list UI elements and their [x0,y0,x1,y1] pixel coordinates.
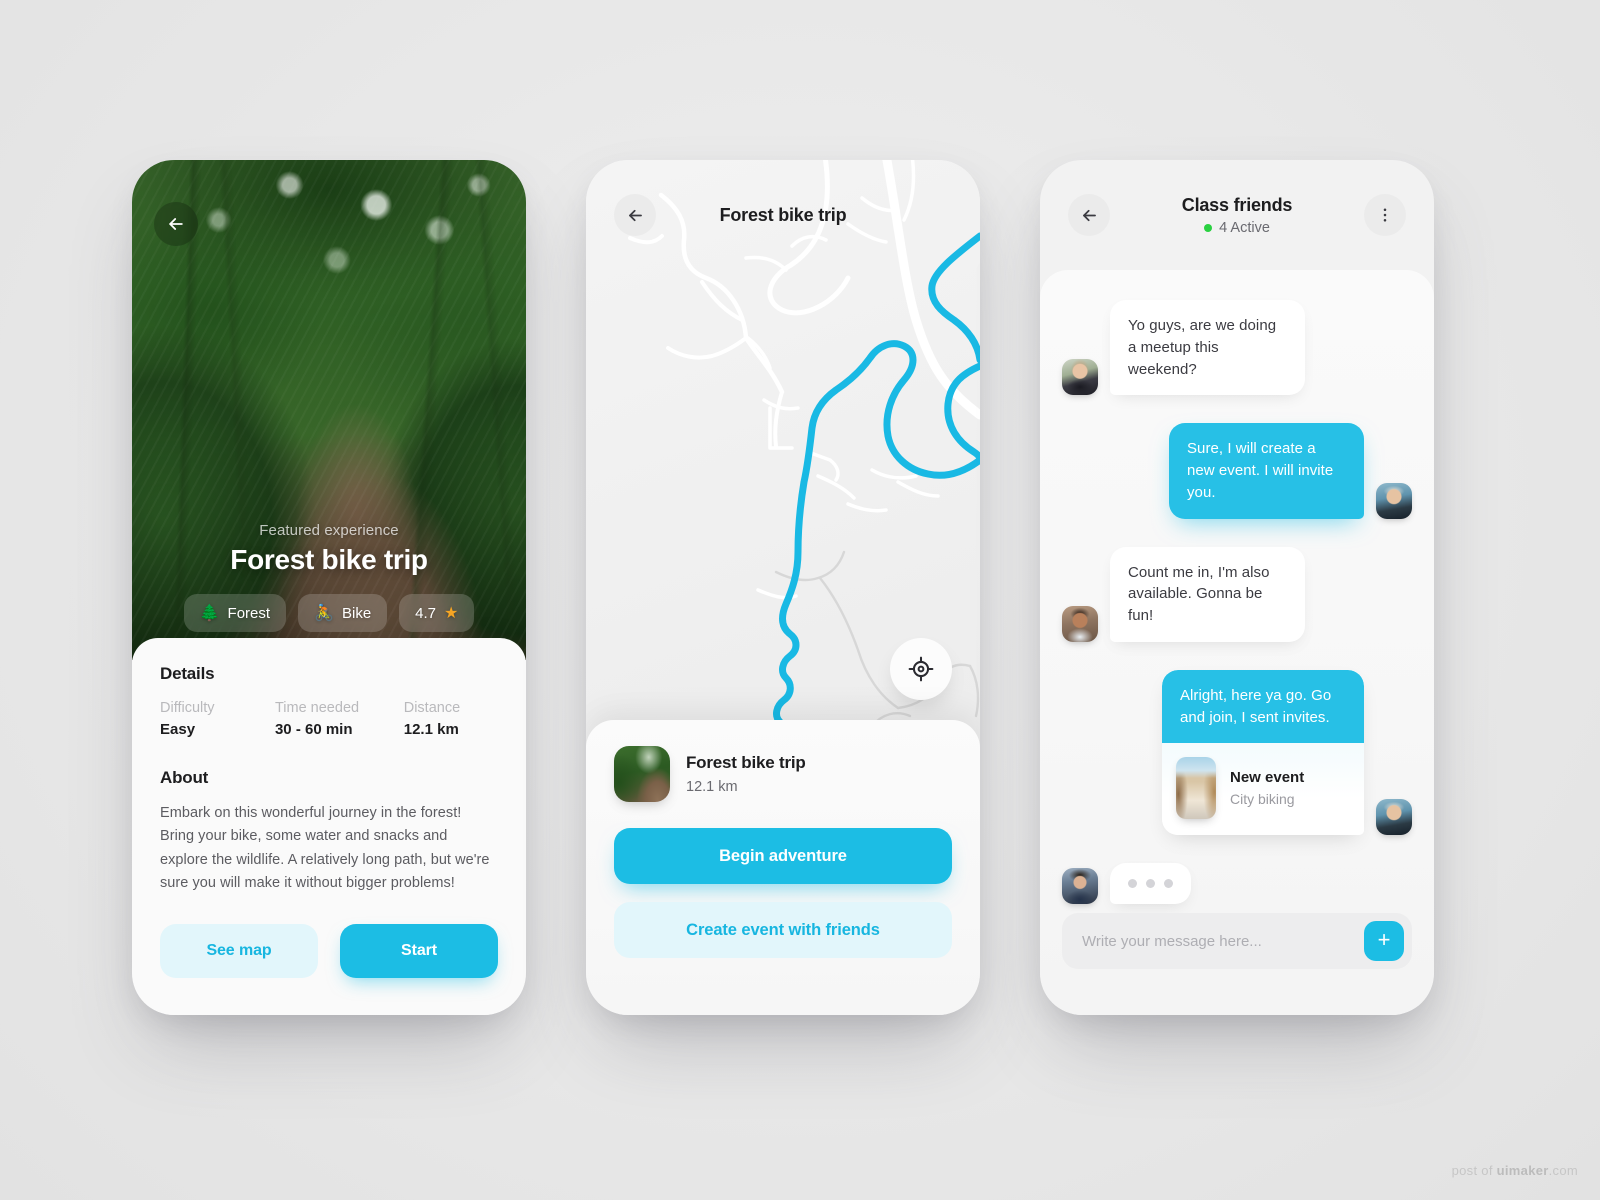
trip-distance: 12.1 km [686,779,738,795]
chat-message-1: Yo guys, are we doing a meetup this week… [1062,300,1412,396]
add-attachment-button[interactable]: + [1364,921,1404,961]
stat-distance: Distance 12.1 km [404,700,498,738]
trip-name: Forest bike trip [686,753,806,772]
back-button[interactable] [614,194,656,236]
map-bottom-sheet: Forest bike trip 12.1 km Begin adventure… [586,720,980,1015]
stat-difficulty-value: Easy [160,721,196,738]
tag-chip-list: 🌲 Forest 🚴 Bike 4.7 ★ [183,594,475,632]
chip-rating[interactable]: 4.7 ★ [399,594,475,632]
arrow-left-icon [628,209,642,221]
stat-time: Time needed 30 - 60 min [275,700,404,738]
watermark-suffix: .com [1548,1163,1578,1178]
arrow-left-icon [169,218,183,230]
plus-icon: + [1377,926,1391,952]
start-button[interactable]: Start [340,923,498,978]
event-invite-card[interactable]: Alright, here ya go. Go and join, I sent… [1162,669,1364,836]
chat-message-3: Count me in, I'm also available. Gonna b… [1062,546,1412,642]
chat-message-2: Sure, I will create a new event. I will … [1062,423,1412,519]
tree-icon: 🌲 [199,605,220,622]
chip-forest-label: Forest [227,604,271,622]
more-vertical-icon [1383,208,1387,222]
map-topbar: Forest bike trip [586,160,980,270]
avatar [1062,359,1098,396]
locate-button[interactable] [890,638,952,700]
avatar [1376,482,1412,519]
see-map-button[interactable]: See map [160,923,318,978]
message-composer[interactable]: + [1062,913,1412,969]
event-thumbnail [1176,757,1216,820]
stat-distance-value: 12.1 km [403,721,459,738]
cyclist-icon: 🚴 [314,605,334,622]
about-section: About Embark on this wonderful journey i… [160,768,498,896]
about-heading: About [160,768,209,787]
stat-time-label: Time needed [274,700,360,716]
message-bubble: Yo guys, are we doing a meetup this week… [1110,300,1305,396]
avatar [1062,605,1098,642]
phone-chat: Class friends 4 Active Yo guys, are we d… [1040,160,1434,1015]
phone-map: Forest bike trip Forest bike trip 12.1 k… [586,160,980,1015]
chat-thread[interactable]: Yo guys, are we doing a meetup this week… [1040,270,1434,1015]
trip-summary: Forest bike trip 12.1 km [614,746,952,802]
message-bubble: Alright, here ya go. Go and join, I sent… [1162,669,1364,744]
map-canvas[interactable]: Forest bike trip Forest bike trip 12.1 k… [586,160,980,1015]
active-dot-icon [1204,223,1213,232]
watermark-prefix: post of [1451,1163,1497,1178]
back-button[interactable] [1068,194,1110,236]
avatar [1062,868,1098,905]
chat-active-label: 4 Active [1219,219,1270,236]
stats-row: Difficulty Easy Time needed 30 - 60 min … [160,700,498,738]
begin-adventure-button[interactable]: Begin adventure [614,828,952,884]
details-heading: Details [160,664,215,683]
stat-distance-label: Distance [403,700,461,716]
message-bubble: Count me in, I'm also available. Gonna b… [1110,546,1305,642]
event-subtitle: City biking [1230,791,1295,808]
stat-difficulty-label: Difficulty [160,700,215,716]
action-buttons: See map Start [160,923,498,978]
chip-forest[interactable]: 🌲 Forest [183,594,287,632]
avatar [1376,799,1412,836]
watermark: post of uimaker.com [1452,1163,1578,1178]
message-bubble: Sure, I will create a new event. I will … [1169,423,1364,519]
page-title: Forest bike trip [230,544,428,575]
details-sheet: Details Difficulty Easy Time needed 30 -… [132,638,526,1015]
about-text: Embark on this wonderful journey in the … [160,805,490,892]
star-icon: ★ [444,605,459,622]
chip-bike-label: Bike [341,604,372,622]
typing-dots-icon [1110,863,1191,905]
crosshair-icon [908,656,934,682]
trip-thumbnail [614,746,670,802]
event-title: New event [1230,769,1305,787]
chat-message-4: Alright, here ya go. Go and join, I sent… [1062,669,1412,836]
back-button[interactable] [154,202,198,246]
phone-trail-detail: Featured experience Forest bike trip 🌲 F… [132,160,526,1015]
stat-difficulty: Difficulty Easy [160,700,275,738]
stat-time-value: 30 - 60 min [274,721,353,738]
hero-image: Featured experience Forest bike trip 🌲 F… [132,160,526,660]
hero-content: Featured experience Forest bike trip 🌲 F… [132,522,526,632]
chip-bike[interactable]: 🚴 Bike [298,594,388,632]
chip-rating-label: 4.7 [415,604,437,622]
create-event-button[interactable]: Create event with friends [614,902,952,958]
chat-typing-indicator [1062,863,1412,905]
event-card-row[interactable]: New event City biking [1162,743,1364,836]
more-options-button[interactable] [1364,194,1406,236]
arrow-left-icon [1082,209,1096,221]
featured-label: Featured experience [259,522,399,539]
watermark-brand: uimaker [1496,1163,1549,1178]
message-input[interactable] [1082,932,1364,950]
chat-topbar: Class friends 4 Active [1040,160,1434,270]
